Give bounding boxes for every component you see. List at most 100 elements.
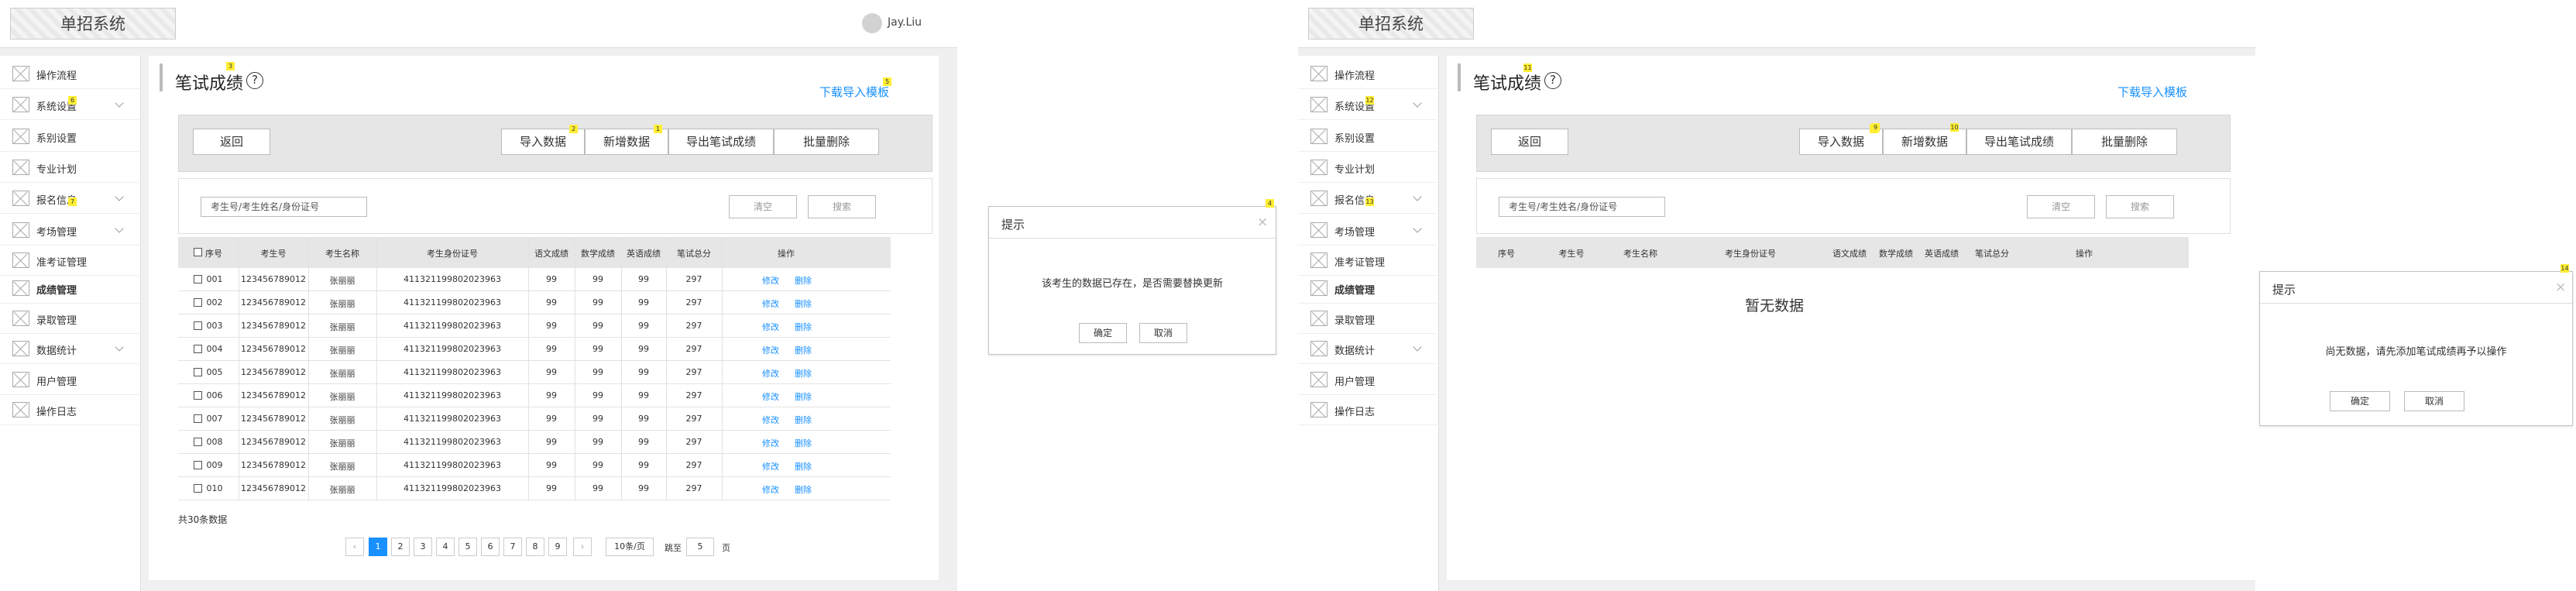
delete-link[interactable]: 删除 bbox=[795, 390, 812, 403]
delete-link[interactable]: 删除 bbox=[795, 367, 812, 380]
sidebar-item[interactable]: 数据统计 bbox=[0, 333, 141, 364]
sidebar-item[interactable]: 数据统计 bbox=[1298, 333, 1439, 364]
select-all-checkbox[interactable] bbox=[194, 248, 202, 256]
page-button[interactable]: 2 bbox=[391, 538, 410, 556]
sidebar-item[interactable]: 专业计划 bbox=[0, 152, 141, 183]
chevron-down-icon[interactable] bbox=[1413, 224, 1422, 233]
add-button[interactable]: 新增数据 bbox=[1883, 129, 1966, 155]
sidebar-item[interactable]: 系别设置 bbox=[1298, 121, 1439, 152]
sidebar-item[interactable]: 用户管理 bbox=[0, 364, 141, 395]
page-button[interactable]: 7 bbox=[503, 538, 522, 556]
page-button[interactable]: 6 bbox=[481, 538, 500, 556]
sidebar-item[interactable]: 操作日志 bbox=[0, 394, 141, 425]
delete-link[interactable]: 删除 bbox=[795, 297, 812, 310]
sidebar-item[interactable]: 用户管理 bbox=[1298, 364, 1439, 395]
sidebar-item[interactable]: 准考证管理 bbox=[0, 245, 141, 276]
chevron-down-icon[interactable] bbox=[115, 224, 124, 233]
download-template-link[interactable]: 下载导入模板 bbox=[819, 84, 889, 100]
page-size-select[interactable]: 10条/页 bbox=[606, 538, 654, 556]
search-button[interactable]: 搜索 bbox=[2106, 195, 2174, 218]
prev-page-button[interactable]: ‹ bbox=[345, 538, 364, 556]
chevron-down-icon[interactable] bbox=[115, 342, 124, 352]
sidebar-item[interactable]: 操作流程 bbox=[0, 58, 141, 89]
cell-id-no: 411321199802023963 bbox=[404, 460, 501, 470]
edit-link[interactable]: 修改 bbox=[762, 297, 779, 310]
cancel-button[interactable]: 取消 bbox=[2404, 391, 2464, 411]
sidebar-item[interactable]: 考场管理 bbox=[0, 215, 141, 246]
sidebar-item[interactable]: 系统设置 bbox=[0, 89, 141, 120]
help-icon[interactable]: ? bbox=[1544, 72, 1561, 89]
edit-link[interactable]: 修改 bbox=[762, 274, 779, 287]
edit-link[interactable]: 修改 bbox=[762, 321, 779, 333]
sidebar-item[interactable]: 录取管理 bbox=[0, 303, 141, 334]
back-button[interactable]: 返回 bbox=[1491, 129, 1568, 155]
confirm-button[interactable]: 确定 bbox=[1079, 323, 1127, 343]
search-input[interactable]: 考生号/考生姓名/身份证号 bbox=[1499, 197, 1665, 217]
chevron-down-icon[interactable] bbox=[1413, 192, 1422, 201]
chevron-down-icon[interactable] bbox=[115, 98, 124, 108]
search-input[interactable]: 考生号/考生姓名/身份证号 bbox=[201, 197, 367, 217]
sidebar-item[interactable]: 系统设置 bbox=[1298, 89, 1439, 120]
next-page-button[interactable]: › bbox=[573, 538, 592, 556]
page-button[interactable]: 3 bbox=[414, 538, 432, 556]
row-checkbox[interactable] bbox=[194, 321, 202, 330]
confirm-button[interactable]: 确定 bbox=[2330, 391, 2390, 411]
row-checkbox[interactable] bbox=[194, 298, 202, 307]
delete-link[interactable]: 删除 bbox=[795, 414, 812, 426]
chevron-down-icon[interactable] bbox=[115, 192, 124, 201]
sidebar-item[interactable]: 操作流程 bbox=[1298, 58, 1439, 89]
edit-link[interactable]: 修改 bbox=[762, 414, 779, 426]
help-icon[interactable]: ? bbox=[246, 72, 263, 89]
cancel-button[interactable]: 取消 bbox=[1139, 323, 1187, 343]
delete-link[interactable]: 删除 bbox=[795, 437, 812, 449]
sidebar-item[interactable]: 成绩管理 bbox=[0, 273, 141, 304]
delete-link[interactable]: 删除 bbox=[795, 460, 812, 472]
page-button[interactable]: 9 bbox=[548, 538, 567, 556]
edit-link[interactable]: 修改 bbox=[762, 344, 779, 356]
sidebar-item[interactable]: 系别设置 bbox=[0, 121, 141, 152]
row-checkbox[interactable] bbox=[194, 438, 202, 446]
chevron-down-icon[interactable] bbox=[1413, 342, 1422, 352]
avatar[interactable] bbox=[862, 13, 882, 33]
download-template-link[interactable]: 下载导入模板 bbox=[2117, 84, 2187, 100]
close-icon[interactable]: × bbox=[1257, 215, 1268, 230]
clear-button[interactable]: 清空 bbox=[729, 195, 797, 218]
row-checkbox[interactable] bbox=[194, 368, 202, 376]
batch-delete-button[interactable]: 批量删除 bbox=[774, 129, 879, 155]
chevron-down-icon[interactable] bbox=[1413, 98, 1422, 108]
page-button[interactable]: 4 bbox=[436, 538, 455, 556]
edit-link[interactable]: 修改 bbox=[762, 437, 779, 449]
jump-input[interactable]: 5 bbox=[686, 538, 714, 556]
delete-link[interactable]: 删除 bbox=[795, 274, 812, 287]
row-checkbox[interactable] bbox=[194, 391, 202, 400]
close-icon[interactable]: × bbox=[2555, 280, 2566, 295]
sidebar-item[interactable]: 准考证管理 bbox=[1298, 245, 1439, 276]
export-button[interactable]: 导出笔试成绩 bbox=[1966, 129, 2072, 155]
username[interactable]: Jay.Liu bbox=[888, 16, 922, 29]
edit-link[interactable]: 修改 bbox=[762, 483, 779, 496]
sidebar-item[interactable]: 录取管理 bbox=[1298, 303, 1439, 334]
delete-link[interactable]: 删除 bbox=[795, 344, 812, 356]
sidebar-item[interactable]: 成绩管理 bbox=[1298, 273, 1439, 304]
row-checkbox[interactable] bbox=[194, 484, 202, 493]
row-checkbox[interactable] bbox=[194, 275, 202, 283]
edit-link[interactable]: 修改 bbox=[762, 390, 779, 403]
sidebar-item[interactable]: 操作日志 bbox=[1298, 394, 1439, 425]
export-button[interactable]: 导出笔试成绩 bbox=[668, 129, 774, 155]
batch-delete-button[interactable]: 批量删除 bbox=[2072, 129, 2177, 155]
sidebar-item[interactable]: 考场管理 bbox=[1298, 215, 1439, 246]
page-button[interactable]: 1 bbox=[369, 538, 387, 556]
page-button[interactable]: 8 bbox=[526, 538, 544, 556]
sidebar-item[interactable]: 专业计划 bbox=[1298, 152, 1439, 183]
delete-link[interactable]: 删除 bbox=[795, 321, 812, 333]
edit-link[interactable]: 修改 bbox=[762, 367, 779, 380]
row-checkbox[interactable] bbox=[194, 414, 202, 423]
page-button[interactable]: 5 bbox=[459, 538, 477, 556]
delete-link[interactable]: 删除 bbox=[795, 483, 812, 496]
edit-link[interactable]: 修改 bbox=[762, 460, 779, 472]
row-checkbox[interactable] bbox=[194, 345, 202, 353]
search-button[interactable]: 搜索 bbox=[808, 195, 876, 218]
row-checkbox[interactable] bbox=[194, 461, 202, 469]
back-button[interactable]: 返回 bbox=[193, 129, 270, 155]
clear-button[interactable]: 清空 bbox=[2027, 195, 2095, 218]
